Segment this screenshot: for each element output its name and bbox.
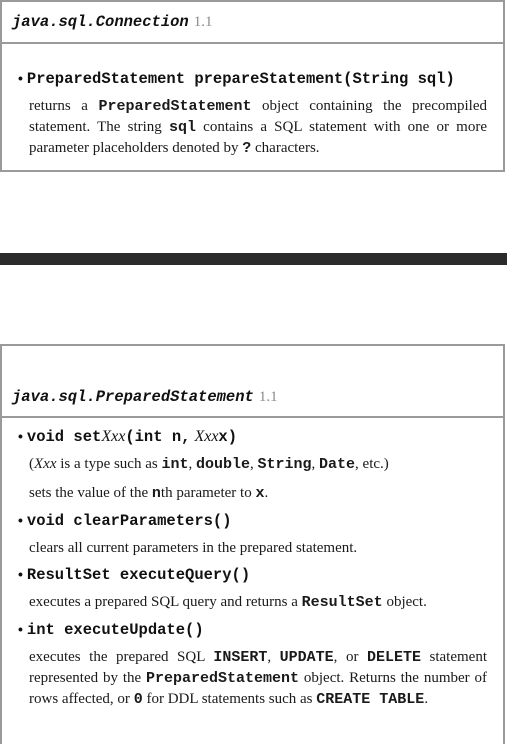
method-description: returns a PreparedStatement object conta… — [29, 96, 487, 159]
method-description: sets the value of the nth parameter to x… — [29, 483, 487, 504]
method-description: executes a prepared SQL query and return… — [29, 592, 487, 613]
method-description: executes the prepared SQL INSERT, UPDATE… — [29, 647, 487, 710]
code-text: ResultSet — [301, 594, 383, 611]
signature-text: (int n, — [125, 428, 191, 446]
connection-header: java.sql.Connection 1.1 — [2, 2, 503, 44]
class-name: java.sql.PreparedStatement — [12, 388, 254, 406]
method-signature: • ResultSet executeQuery() — [18, 566, 487, 584]
desc-text: returns a — [29, 98, 99, 114]
bullet-icon: • — [18, 512, 23, 528]
desc-text: th parameter to — [160, 485, 256, 501]
desc-text: object. — [382, 594, 427, 610]
code-text: CREATE TABLE — [316, 691, 425, 708]
method-entry-executeupdate: • int executeUpdate() executes the prepa… — [2, 613, 503, 710]
code-text: n — [151, 485, 161, 502]
signature-text: int executeUpdate() — [26, 621, 204, 639]
version-label: 1.1 — [193, 13, 213, 30]
desc-text: , — [250, 456, 258, 472]
desc-text: , etc.) — [355, 456, 389, 472]
method-entry-clearparameters: • void clearParameters() clears all curr… — [2, 504, 503, 558]
desc-text: is a type such as — [56, 456, 162, 472]
type-note: (Xxx is a type such as int, double, Stri… — [29, 456, 389, 473]
desc-text: characters. — [251, 140, 320, 156]
method-signature: • void set Xxx (int n, Xxx x) — [18, 428, 487, 446]
method-description: clears all current parameters in the pre… — [29, 540, 358, 556]
code-text: double — [195, 456, 250, 473]
bullet-icon: • — [18, 428, 23, 444]
signature-text: void clearParameters() — [26, 512, 232, 530]
desc-text: . — [424, 691, 429, 707]
signature-placeholder: Xxx — [101, 428, 126, 445]
method-signature: • int executeUpdate() — [18, 621, 487, 639]
desc-text: , or — [333, 649, 367, 665]
preparedstatement-header: java.sql.PreparedStatement 1.1 — [2, 346, 503, 418]
desc-text: executes a prepared SQL query and return… — [29, 594, 302, 610]
code-text: PreparedStatement — [146, 670, 300, 687]
signature-text: PreparedStatement prepareStatement(Strin… — [26, 70, 455, 88]
desc-text: . — [264, 485, 269, 501]
method-entry: • PreparedStatement prepareStatement(Str… — [2, 44, 503, 159]
connection-api-box: java.sql.Connection 1.1 • PreparedStatem… — [0, 0, 505, 172]
code-text: INSERT — [213, 649, 268, 666]
page-divider-band — [0, 253, 507, 265]
code-text: Date — [319, 456, 356, 473]
desc-text: Xxx — [34, 456, 57, 472]
signature-placeholder: Xxx — [194, 428, 219, 445]
bullet-icon: • — [18, 70, 23, 86]
signature-text: void set — [26, 428, 102, 446]
desc-text: , — [188, 456, 196, 472]
preparedstatement-api-box: java.sql.PreparedStatement 1.1 • void se… — [0, 344, 505, 744]
method-entry-setxxx: • void set Xxx (int n, Xxx x) (Xxx is a ty… — [2, 418, 503, 504]
code-text: UPDATE — [279, 649, 334, 666]
method-signature: • PreparedStatement prepareStatement(Str… — [18, 70, 487, 88]
desc-text: sets the value of the — [29, 485, 152, 501]
version-label: 1.1 — [258, 389, 278, 405]
code-text: PreparedStatement — [98, 98, 252, 115]
desc-text: , — [311, 456, 320, 472]
code-text: sql — [168, 119, 196, 136]
code-text: int — [161, 456, 189, 473]
class-name: java.sql.Connection — [12, 13, 189, 31]
desc-text: for DDL statements such as — [142, 691, 317, 707]
code-text: ? — [242, 140, 252, 157]
code-text: DELETE — [366, 649, 421, 666]
bullet-icon: • — [18, 566, 23, 582]
desc-text: executes the prepared SQL — [29, 649, 214, 665]
method-signature: • void clearParameters() — [18, 512, 487, 530]
signature-text: x) — [218, 428, 238, 446]
code-text: String — [257, 456, 312, 473]
code-text: 0 — [133, 691, 143, 708]
method-entry-executequery: • ResultSet executeQuery() executes a pr… — [2, 558, 503, 613]
desc-text: , — [267, 649, 280, 665]
signature-text: ResultSet executeQuery() — [26, 566, 251, 584]
bullet-icon: • — [18, 621, 23, 637]
